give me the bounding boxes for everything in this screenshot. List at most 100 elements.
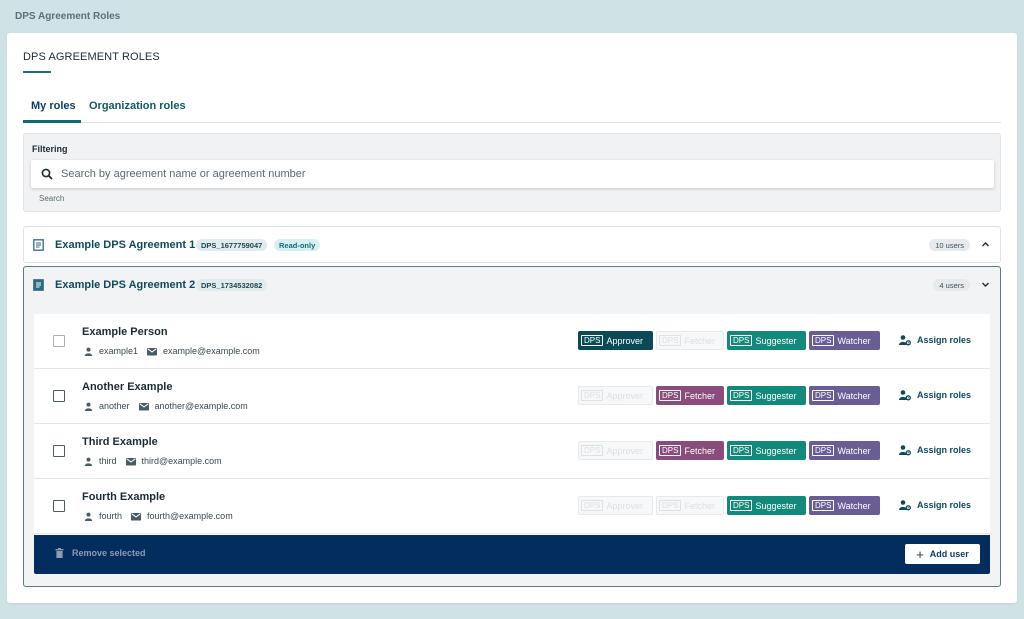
- assign-roles-button[interactable]: Assign roles: [899, 444, 971, 456]
- role-label: Approver: [606, 500, 643, 511]
- filter-panel: Filtering Search: [23, 133, 1001, 212]
- row-checkbox[interactable]: [53, 335, 65, 347]
- role-prefix: DPS: [812, 335, 835, 346]
- tab-my-roles[interactable]: My roles: [31, 100, 76, 112]
- role-tag-fetcher: DPS Fetcher: [656, 496, 724, 515]
- document-icon: [33, 279, 44, 291]
- role-prefix: DPS: [812, 390, 835, 401]
- role-label: Suggester: [755, 390, 797, 401]
- role-tag-approver: DPS Approver: [578, 386, 653, 405]
- role-tag-suggester[interactable]: DPS Suggester: [727, 331, 806, 350]
- users-count-badge: 10 users: [929, 239, 970, 251]
- role-tag-approver[interactable]: DPS Approver: [578, 331, 653, 350]
- role-label: Watcher: [837, 500, 871, 511]
- filter-label: Filtering: [32, 144, 68, 154]
- role-tag-fetcher[interactable]: DPS Fetcher: [656, 386, 724, 405]
- assign-roles-button[interactable]: Assign roles: [899, 334, 971, 346]
- agreement-header[interactable]: Example DPS Agreement 2 DPS_1734532082 4…: [24, 267, 1000, 304]
- user-username: fourth: [99, 511, 123, 521]
- app-topbar: DPS Agreement Roles: [0, 0, 1024, 32]
- user-email: another@example.com: [154, 401, 248, 411]
- role-label: Fetcher: [684, 335, 715, 346]
- user-name: Example Person: [82, 326, 168, 338]
- role-tag-fetcher: DPS Fetcher: [656, 331, 724, 350]
- role-tag-watcher[interactable]: DPS Watcher: [809, 386, 880, 405]
- table-row: Fourth Example fourth fourth@example.com DP…: [34, 479, 990, 534]
- person-gear-icon: [899, 500, 911, 511]
- search-input[interactable]: [61, 168, 961, 180]
- role-prefix: DPS: [581, 390, 604, 401]
- add-user-button[interactable]: + Add user: [905, 544, 980, 564]
- role-tag-suggester[interactable]: DPS Suggester: [727, 496, 806, 515]
- agreement-name: Example DPS Agreement 1: [55, 239, 196, 251]
- tab-organization-roles[interactable]: Organization roles: [89, 100, 186, 112]
- role-prefix: DPS: [659, 500, 682, 511]
- role-label: Suggester: [755, 445, 797, 456]
- mail-icon: [131, 512, 142, 520]
- role-label: Approver: [606, 335, 643, 346]
- chevron-down-icon[interactable]: [981, 280, 990, 289]
- user-name: Fourth Example: [82, 491, 166, 503]
- mail-icon: [125, 457, 136, 465]
- role-tag-suggester[interactable]: DPS Suggester: [727, 386, 806, 405]
- role-label: Approver: [606, 445, 643, 456]
- role-label: Suggester: [755, 500, 797, 511]
- user-username: third: [99, 456, 117, 466]
- agreement-panel-1[interactable]: Example DPS Agreement 1 DPS_1677759047 R…: [23, 226, 1001, 263]
- user-username: example1: [99, 346, 139, 356]
- user-list: Example Person example1 example@example.co…: [34, 314, 990, 535]
- role-prefix: DPS: [581, 335, 604, 346]
- main-card: DPS AGREEMENT ROLES My roles Organizatio…: [7, 33, 1017, 603]
- assign-roles-label: Assign roles: [917, 445, 972, 455]
- role-tag-watcher[interactable]: DPS Watcher: [809, 331, 880, 350]
- role-tag-fetcher[interactable]: DPS Fetcher: [656, 441, 724, 460]
- assign-roles-label: Assign roles: [917, 335, 972, 345]
- row-checkbox[interactable]: [53, 390, 65, 402]
- assign-roles-button[interactable]: Assign roles: [899, 389, 971, 401]
- page-title: DPS AGREEMENT ROLES: [23, 51, 160, 63]
- role-prefix: DPS: [659, 445, 682, 456]
- user-name: Another Example: [82, 381, 173, 393]
- document-icon: [33, 239, 44, 251]
- assign-roles-label: Assign roles: [917, 500, 972, 510]
- role-prefix: DPS: [812, 445, 835, 456]
- role-label: Watcher: [837, 390, 871, 401]
- role-label: Fetcher: [684, 445, 715, 456]
- user-meta: fourth fourth@example.com: [84, 511, 233, 521]
- role-tag-watcher[interactable]: DPS Watcher: [809, 441, 880, 460]
- role-tag-approver: DPS Approver: [578, 441, 653, 460]
- readonly-badge: Read-only: [274, 239, 321, 251]
- row-checkbox[interactable]: [53, 445, 65, 457]
- agreement-name: Example DPS Agreement 2: [55, 279, 196, 291]
- role-label: Watcher: [837, 445, 871, 456]
- person-gear-icon: [899, 445, 911, 456]
- user-meta: example1 example@example.com: [84, 346, 260, 356]
- remove-selected-button[interactable]: Remove selected: [55, 548, 146, 558]
- role-prefix: DPS: [730, 500, 753, 511]
- agreement-panel-2: Example DPS Agreement 2 DPS_1734532082 4…: [23, 266, 1001, 587]
- role-label: Fetcher: [684, 390, 715, 401]
- role-tag-approver: DPS Approver: [578, 496, 653, 515]
- assign-roles-button[interactable]: Assign roles: [899, 499, 971, 511]
- table-row: Example Person example1 example@example.co…: [34, 314, 990, 369]
- chevron-up-icon[interactable]: [981, 240, 990, 249]
- search-icon: [41, 168, 53, 180]
- agreement-number-badge: DPS_1677759047: [196, 239, 268, 251]
- search-box[interactable]: [31, 160, 994, 188]
- person-gear-icon: [899, 335, 911, 346]
- app-title: DPS Agreement Roles: [15, 10, 121, 22]
- role-prefix: DPS: [659, 390, 682, 401]
- table-row: Third Example third third@example.com DPS Ap…: [34, 424, 990, 479]
- role-prefix: DPS: [730, 390, 753, 401]
- role-prefix: DPS: [812, 500, 835, 511]
- role-prefix: DPS: [730, 445, 753, 456]
- user-meta: another another@example.com: [84, 401, 248, 411]
- role-label: Suggester: [755, 335, 797, 346]
- role-tag-suggester[interactable]: DPS Suggester: [727, 441, 806, 460]
- role-prefix: DPS: [730, 335, 753, 346]
- role-prefix: DPS: [659, 335, 682, 346]
- user-meta: third third@example.com: [84, 456, 222, 466]
- role-tag-watcher[interactable]: DPS Watcher: [809, 496, 880, 515]
- row-checkbox[interactable]: [53, 500, 65, 512]
- mail-icon: [147, 347, 158, 355]
